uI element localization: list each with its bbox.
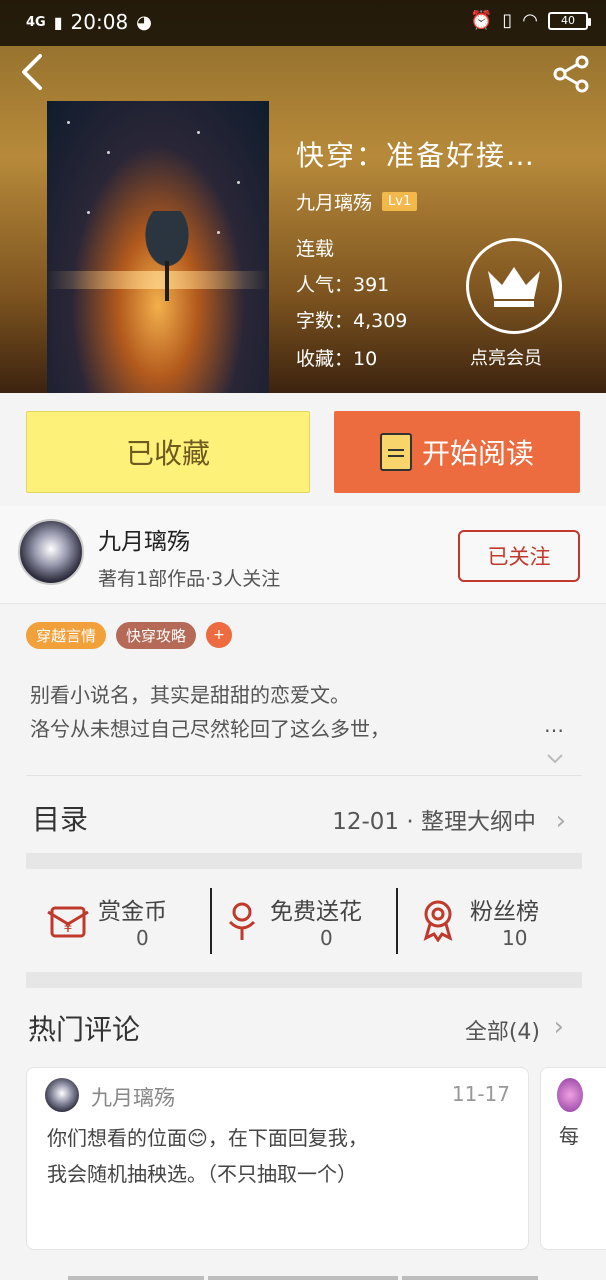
stat-label: 免费送花 (270, 899, 362, 925)
battery-icon: 40 (548, 11, 591, 30)
tag-item[interactable]: 穿越言情 (26, 622, 107, 649)
back-button[interactable] (16, 52, 52, 92)
start-reading-label: 开始阅读 (421, 437, 534, 470)
comment-line: 我会随机抽秧选。（不只抽取一个） (47, 1162, 357, 1186)
description-ellipsis: … (544, 713, 564, 737)
start-reading-button[interactable]: 开始阅读 (334, 411, 580, 493)
toc-label: 目录 (32, 803, 89, 836)
book-header: 4G ▮ 20:08 ◕ ⏰ ▯ ◠ 40 快穿：准备好接… 九月璃殇 Lv1 … (0, 0, 606, 393)
support-stats: ¥ 赏金币 0 免费送花 0 粉丝榜 10 (26, 870, 582, 970)
author-summary: 著有1部作品·3人关注 (98, 568, 281, 590)
comment-line: 你们想看的位面😊，在下面回复我， (47, 1126, 368, 1150)
comment-body: 每 (559, 1124, 579, 1148)
table-of-contents-row[interactable]: 目录 12-01 · 整理大纲中 › (0, 778, 606, 852)
book-author-name[interactable]: 九月璃殇 (296, 188, 372, 215)
svg-text:¥: ¥ (64, 920, 73, 936)
share-button[interactable] (552, 54, 592, 94)
tag-list: 穿越言情 快穿攻略 + (26, 622, 233, 649)
author-avatar[interactable] (18, 519, 84, 585)
vibrate-icon: ▯ (502, 10, 513, 31)
book-word-count: 字数：4,309 (296, 310, 408, 332)
commenter-name[interactable]: 九月璃殇 (91, 1082, 175, 1112)
crown-icon (488, 267, 540, 307)
book-description[interactable]: 别看小说名，其实是甜甜的恋爱文。 洛兮从未想过自己尽然轮回了这么多世， … (30, 678, 576, 746)
status-bar: 4G ▮ 20:08 ◕ ⏰ ▯ ◠ 40 (0, 0, 606, 46)
description-line: 别看小说名，其实是甜甜的恋爱文。 (30, 683, 350, 707)
commenter-avatar[interactable] (45, 1078, 79, 1112)
fan-ranking-button[interactable]: 粉丝榜 10 (398, 870, 582, 970)
status-time: 20:08 (70, 10, 129, 34)
medal-icon (423, 900, 453, 942)
book-icon (379, 433, 412, 471)
hot-comments-title: 热门评论 (28, 1013, 141, 1046)
stat-value: 10 (502, 926, 528, 950)
toc-latest-update: 12-01 · 整理大纲中 (332, 809, 536, 835)
book-author-line: 九月璃殇 Lv1 (296, 188, 418, 215)
vip-button[interactable] (466, 238, 562, 334)
vip-label: 点亮会员 (470, 348, 542, 369)
author-section: 九月璃殇 著有1部作品·3人关注 已关注 (0, 506, 606, 604)
book-popularity: 人气：391 (296, 274, 390, 296)
commenter-avatar[interactable] (557, 1078, 583, 1112)
chevron-left-icon (22, 54, 42, 90)
network-indicator: 4G (26, 14, 46, 30)
comment-body: 你们想看的位面😊，在下面回复我， 我会随机抽秧选。（不只抽取一个） (47, 1120, 517, 1192)
all-comments-link[interactable]: 全部(4) (465, 1014, 540, 1046)
book-title: 快穿：准备好接… (296, 139, 537, 172)
stat-value: 0 (320, 926, 333, 950)
hot-comments-header: 热门评论 全部(4) › (0, 1000, 606, 1060)
comment-date: 11-17 (451, 1082, 510, 1106)
page-indicator (402, 1276, 538, 1280)
send-flower-button[interactable]: 免费送花 0 (212, 870, 396, 970)
page-indicator (208, 1276, 398, 1280)
stat-label: 粉丝榜 (470, 899, 539, 925)
battery-level: 40 (561, 14, 575, 27)
book-favorites: 收藏：10 (296, 348, 378, 370)
author-name[interactable]: 九月璃殇 (98, 522, 190, 556)
reward-coins-button[interactable]: ¥ 赏金币 0 (26, 870, 210, 970)
money-icon: ¥ (47, 906, 89, 938)
signal-icon: ▮ (53, 12, 63, 32)
stat-value: 0 (136, 926, 149, 950)
favorited-button[interactable]: 已收藏 (26, 411, 310, 493)
book-status: 连载 (296, 238, 335, 260)
chevron-right-icon[interactable]: › (554, 1012, 564, 1042)
comment-card[interactable]: 每 (540, 1067, 606, 1250)
flower-icon (228, 902, 256, 940)
page-indicator (68, 1276, 204, 1280)
author-level-badge: Lv1 (382, 192, 418, 211)
wifi-icon: ◠ (522, 10, 538, 31)
section-divider (26, 853, 582, 869)
add-tag-button[interactable]: + (206, 622, 233, 648)
follow-label: 已关注 (487, 545, 551, 569)
book-detail-page: 4G ▮ 20:08 ◕ ⏰ ▯ ◠ 40 快穿：准备好接… 九月璃殇 Lv1 … (0, 0, 606, 1280)
description-line: 洛兮从未想过自己尽然轮回了这么多世， (30, 717, 390, 741)
alarm-icon: ⏰ (469, 10, 493, 31)
chevron-right-icon: › (555, 806, 566, 836)
stat-label: 赏金币 (98, 899, 167, 925)
follow-button[interactable]: 已关注 (458, 530, 580, 582)
section-divider (26, 972, 582, 988)
book-cover-image[interactable] (47, 101, 269, 393)
tag-item[interactable]: 快穿攻略 (116, 622, 197, 649)
expand-chevron-icon[interactable] (546, 750, 564, 768)
comment-card[interactable]: 九月璃殇 11-17 你们想看的位面😊，在下面回复我， 我会随机抽秧选。（不只抽… (26, 1067, 529, 1250)
share-icon (553, 55, 589, 93)
divider (26, 775, 582, 776)
qq-icon: ◕ (136, 11, 152, 33)
favorited-label: 已收藏 (125, 437, 210, 470)
